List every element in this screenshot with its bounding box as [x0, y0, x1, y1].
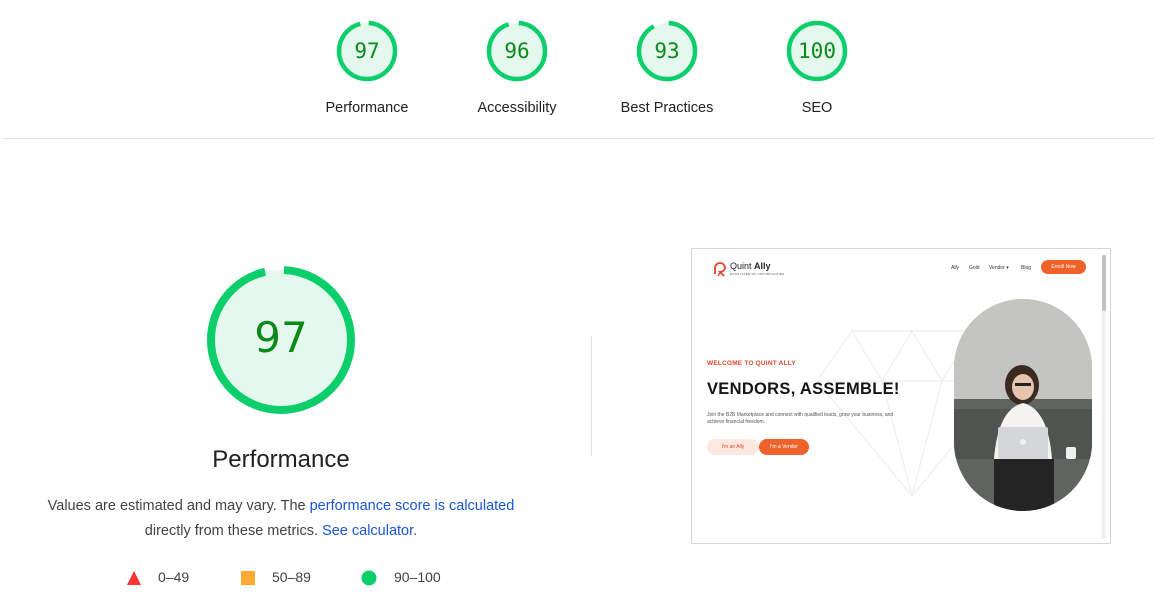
gauge-score: 97 [354, 39, 380, 63]
score-gauges: 97 Performance 96 Accessibility 93 Best … [0, 0, 1154, 138]
gauge-ring: 96 [484, 18, 550, 84]
gauge-label: Accessibility [477, 100, 557, 116]
performance-score-link[interactable]: performance score is calculated [310, 498, 515, 514]
performance-big-gauge: 97 [205, 264, 357, 416]
gauge-ring: 100 [784, 18, 850, 84]
gauge-ring: 97 [334, 18, 400, 84]
legend-fail: 0–49 [126, 568, 226, 588]
brand-light: Quint [730, 261, 755, 271]
performance-title: Performance [212, 446, 350, 473]
legend-range: 90–100 [394, 569, 441, 585]
legend-range: 0–49 [158, 569, 190, 585]
see-calculator-link[interactable]: See calculator [322, 523, 413, 539]
vertical-divider [591, 336, 592, 456]
site-welcome: WELCOME TO QUINT ALLY [707, 360, 796, 367]
legend-range: 50–89 [272, 569, 311, 585]
site-vendor-button: I'm a Vendor [759, 439, 809, 455]
legend-pass: 90–100 [361, 568, 471, 588]
desc-text: Values are estimated and may vary. The [47, 498, 310, 514]
brand-tagline: ECOSYSTEM OF OPPORTUNITIES [730, 272, 785, 276]
thumb-scrollbar-handle [1102, 255, 1106, 311]
desc-text: directly from these metrics. [144, 523, 323, 539]
brand-bold: Ally [754, 261, 771, 271]
gauge-best-practices[interactable]: 93 Best Practices [592, 18, 742, 116]
site-enroll-button: Enroll Now [1041, 260, 1086, 274]
big-gauge-score: 97 [254, 313, 308, 362]
gauge-performance[interactable]: 97 Performance [292, 18, 442, 116]
site-nav-gold: Gold [969, 265, 980, 271]
legend-average: 50–89 [240, 568, 340, 588]
square-icon [241, 571, 255, 585]
brand-name: Quint Ally [730, 261, 771, 271]
site-nav-blog: Blog [1021, 265, 1032, 271]
section-divider [3, 138, 1154, 139]
site-ally-button: I'm an Ally [707, 439, 759, 455]
gauge-label: Best Practices [620, 100, 714, 116]
final-screenshot[interactable]: Quint Ally ECOSYSTEM OF OPPORTUNITIES Al… [691, 248, 1111, 544]
gauge-score: 100 [798, 39, 836, 63]
desc-text: . [413, 523, 418, 539]
gauge-ring: 93 [634, 18, 700, 84]
gauge-score: 93 [654, 39, 680, 63]
lighthouse-report: 97 Performance 96 Accessibility 93 Best … [0, 0, 1154, 598]
triangle-icon [127, 571, 141, 585]
site-headline: VENDORS, ASSEMBLE! [707, 380, 900, 398]
gauge-score: 96 [504, 39, 530, 63]
hero-photo [954, 299, 1092, 511]
quint-ally-logo-icon [714, 262, 726, 277]
circle-icon [361, 570, 377, 586]
performance-description: Values are estimated and may vary. The p… [31, 494, 531, 544]
site-nav-ally: Ally [951, 265, 960, 271]
gauge-label: SEO [801, 100, 833, 116]
gauge-label: Performance [325, 100, 409, 116]
gauge-accessibility[interactable]: 96 Accessibility [442, 18, 592, 116]
site-subtext: Join the B2B Marketplace and connect wit… [707, 412, 894, 425]
gauge-seo[interactable]: 100 SEO [742, 18, 892, 116]
site-nav-vendor: Vendor ▾ [989, 265, 1009, 271]
